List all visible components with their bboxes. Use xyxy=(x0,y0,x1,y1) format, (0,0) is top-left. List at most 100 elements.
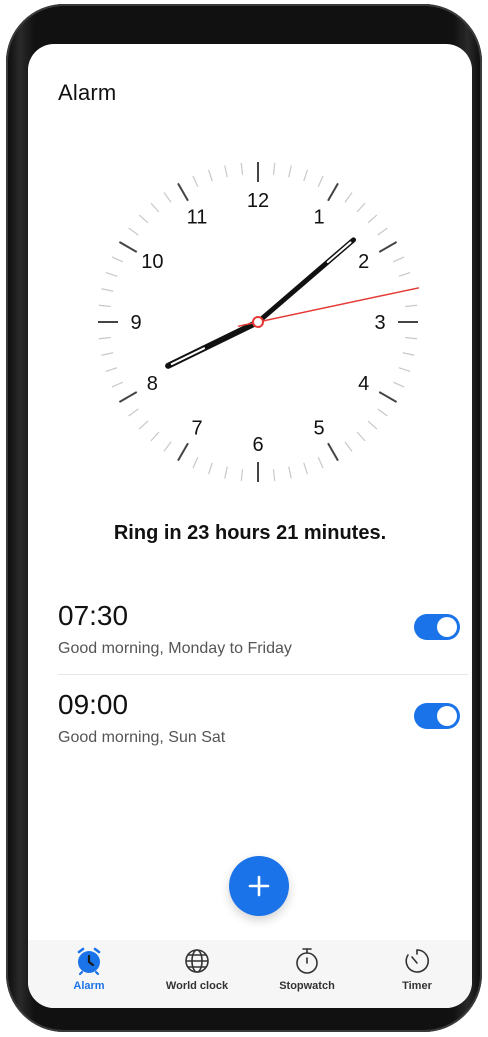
clock-number: 10 xyxy=(141,251,163,273)
toggle-knob xyxy=(437,706,457,726)
alarm-time: 07:30 xyxy=(58,600,129,631)
analog-clock: 121234567891011 xyxy=(98,162,420,482)
clock-number: 5 xyxy=(313,418,324,440)
clock-minor-tick xyxy=(101,352,114,356)
clock-center-pin xyxy=(252,316,264,328)
clock-number: 1 xyxy=(313,206,324,228)
alarm-time: 09:00 xyxy=(58,689,129,720)
clock-minor-tick xyxy=(317,175,324,188)
clock-major-tick xyxy=(177,442,189,462)
clock-minor-tick xyxy=(150,202,160,213)
second-hand xyxy=(237,287,420,327)
stopwatch-icon xyxy=(296,948,318,974)
clock-minor-tick xyxy=(272,469,276,482)
toggle-knob xyxy=(437,617,457,637)
clock-minor-tick xyxy=(207,169,213,182)
clock-number: 12 xyxy=(247,190,269,212)
minute-hand-highlight xyxy=(326,241,352,264)
clock-minor-tick xyxy=(405,336,418,340)
alarm-clock-icon xyxy=(77,947,101,976)
hour-hand-highlight xyxy=(170,347,206,366)
clock-minor-tick xyxy=(128,408,139,417)
clock-major-tick xyxy=(327,442,339,462)
alarm-toggle[interactable] xyxy=(414,614,460,640)
divider xyxy=(58,674,468,675)
tab-label: Timer xyxy=(402,980,432,992)
clock-minor-tick xyxy=(138,420,149,430)
bottom-tab-bar: Alarm World clock Stopwatch Timer xyxy=(28,940,472,1008)
tab-stopwatch[interactable]: Stopwatch xyxy=(252,946,362,1002)
clock-minor-tick xyxy=(356,202,366,213)
clock-minor-tick xyxy=(240,162,244,175)
clock-minor-tick xyxy=(138,214,149,224)
clock-minor-tick xyxy=(105,367,118,373)
alarm-item[interactable]: 07:30 Good morning, Monday to Friday xyxy=(58,600,468,680)
clock-minor-tick xyxy=(303,169,309,182)
clock-number: 11 xyxy=(187,206,208,228)
clock-number: 4 xyxy=(358,373,369,395)
tab-label: World clock xyxy=(165,980,229,992)
clock-minor-tick xyxy=(344,192,353,203)
clock-number: 9 xyxy=(130,312,141,334)
clock-minor-tick xyxy=(240,469,244,482)
add-alarm-button[interactable] xyxy=(229,856,289,916)
clock-minor-tick xyxy=(111,256,124,263)
tab-alarm[interactable]: Alarm xyxy=(34,946,144,1002)
clock-minor-tick xyxy=(224,466,228,479)
clock-minor-tick xyxy=(150,431,160,442)
clock-minor-tick xyxy=(392,256,405,263)
clock-hands xyxy=(165,237,420,369)
clock-minor-tick xyxy=(317,456,324,469)
clock-minor-tick xyxy=(344,441,353,452)
clock-minor-tick xyxy=(163,441,172,452)
clock-minor-tick xyxy=(377,408,388,417)
globe-icon xyxy=(185,949,209,973)
clock-number: 7 xyxy=(191,418,202,440)
clock-minor-tick xyxy=(101,288,114,292)
clock-minor-tick xyxy=(207,462,213,475)
alarm-item[interactable]: 09:00 Good morning, Sun Sat xyxy=(58,689,468,769)
clock-minor-tick xyxy=(105,271,118,277)
clock-minor-tick xyxy=(98,336,111,340)
clock-minor-tick xyxy=(272,162,276,175)
alarm-label: Good morning, Sun Sat xyxy=(58,729,226,746)
clock-minor-tick xyxy=(128,227,139,236)
clock-minor-tick xyxy=(192,175,199,188)
clock-number: 3 xyxy=(374,312,385,334)
clock-minor-tick xyxy=(398,271,411,277)
clock-minor-tick xyxy=(111,381,124,388)
clock-number: 8 xyxy=(147,373,158,395)
tab-world-clock[interactable]: World clock xyxy=(142,946,252,1002)
clock-minor-tick xyxy=(163,192,172,203)
clock-major-tick xyxy=(327,182,339,202)
clock-minor-tick xyxy=(224,165,228,178)
clock-major-tick xyxy=(177,182,189,202)
clock-minor-tick xyxy=(192,456,199,469)
clock-minor-tick xyxy=(398,367,411,373)
plus-icon xyxy=(248,875,270,897)
clock-minor-tick xyxy=(392,381,405,388)
timer-icon xyxy=(405,949,429,973)
clock-minor-tick xyxy=(367,214,378,224)
clock-minor-tick xyxy=(405,304,418,308)
clock-major-tick xyxy=(118,391,138,403)
tab-timer[interactable]: Timer xyxy=(362,946,472,1002)
clock-minor-tick xyxy=(356,431,366,442)
next-alarm-countdown: Ring in 23 hours 21 minutes. xyxy=(113,522,387,544)
clock-minor-tick xyxy=(288,165,292,178)
clock-number: 6 xyxy=(252,434,263,456)
tab-label: Stopwatch xyxy=(279,980,335,992)
clock-minor-tick xyxy=(98,304,111,308)
clock-major-tick xyxy=(378,241,398,253)
clock-minor-tick xyxy=(402,352,415,356)
tab-label: Alarm xyxy=(73,980,105,992)
alarm-toggle[interactable] xyxy=(414,703,460,729)
phone-frame: Alarm 12 1 2 3 4 5 6 7 8 9 10 11 Ring in 23 hours 2… xyxy=(6,4,482,1032)
clock-major-tick xyxy=(118,241,138,253)
app-screen: Alarm 12 1 2 3 4 5 6 7 8 9 10 11 Ring in 23 hours 2… xyxy=(28,44,472,1008)
clock-number: 2 xyxy=(358,251,369,273)
clock-minor-tick xyxy=(377,227,388,236)
alarm-label: Good morning, Monday to Friday xyxy=(58,640,292,657)
clock-minor-tick xyxy=(288,466,292,479)
clock-major-tick xyxy=(378,391,398,403)
